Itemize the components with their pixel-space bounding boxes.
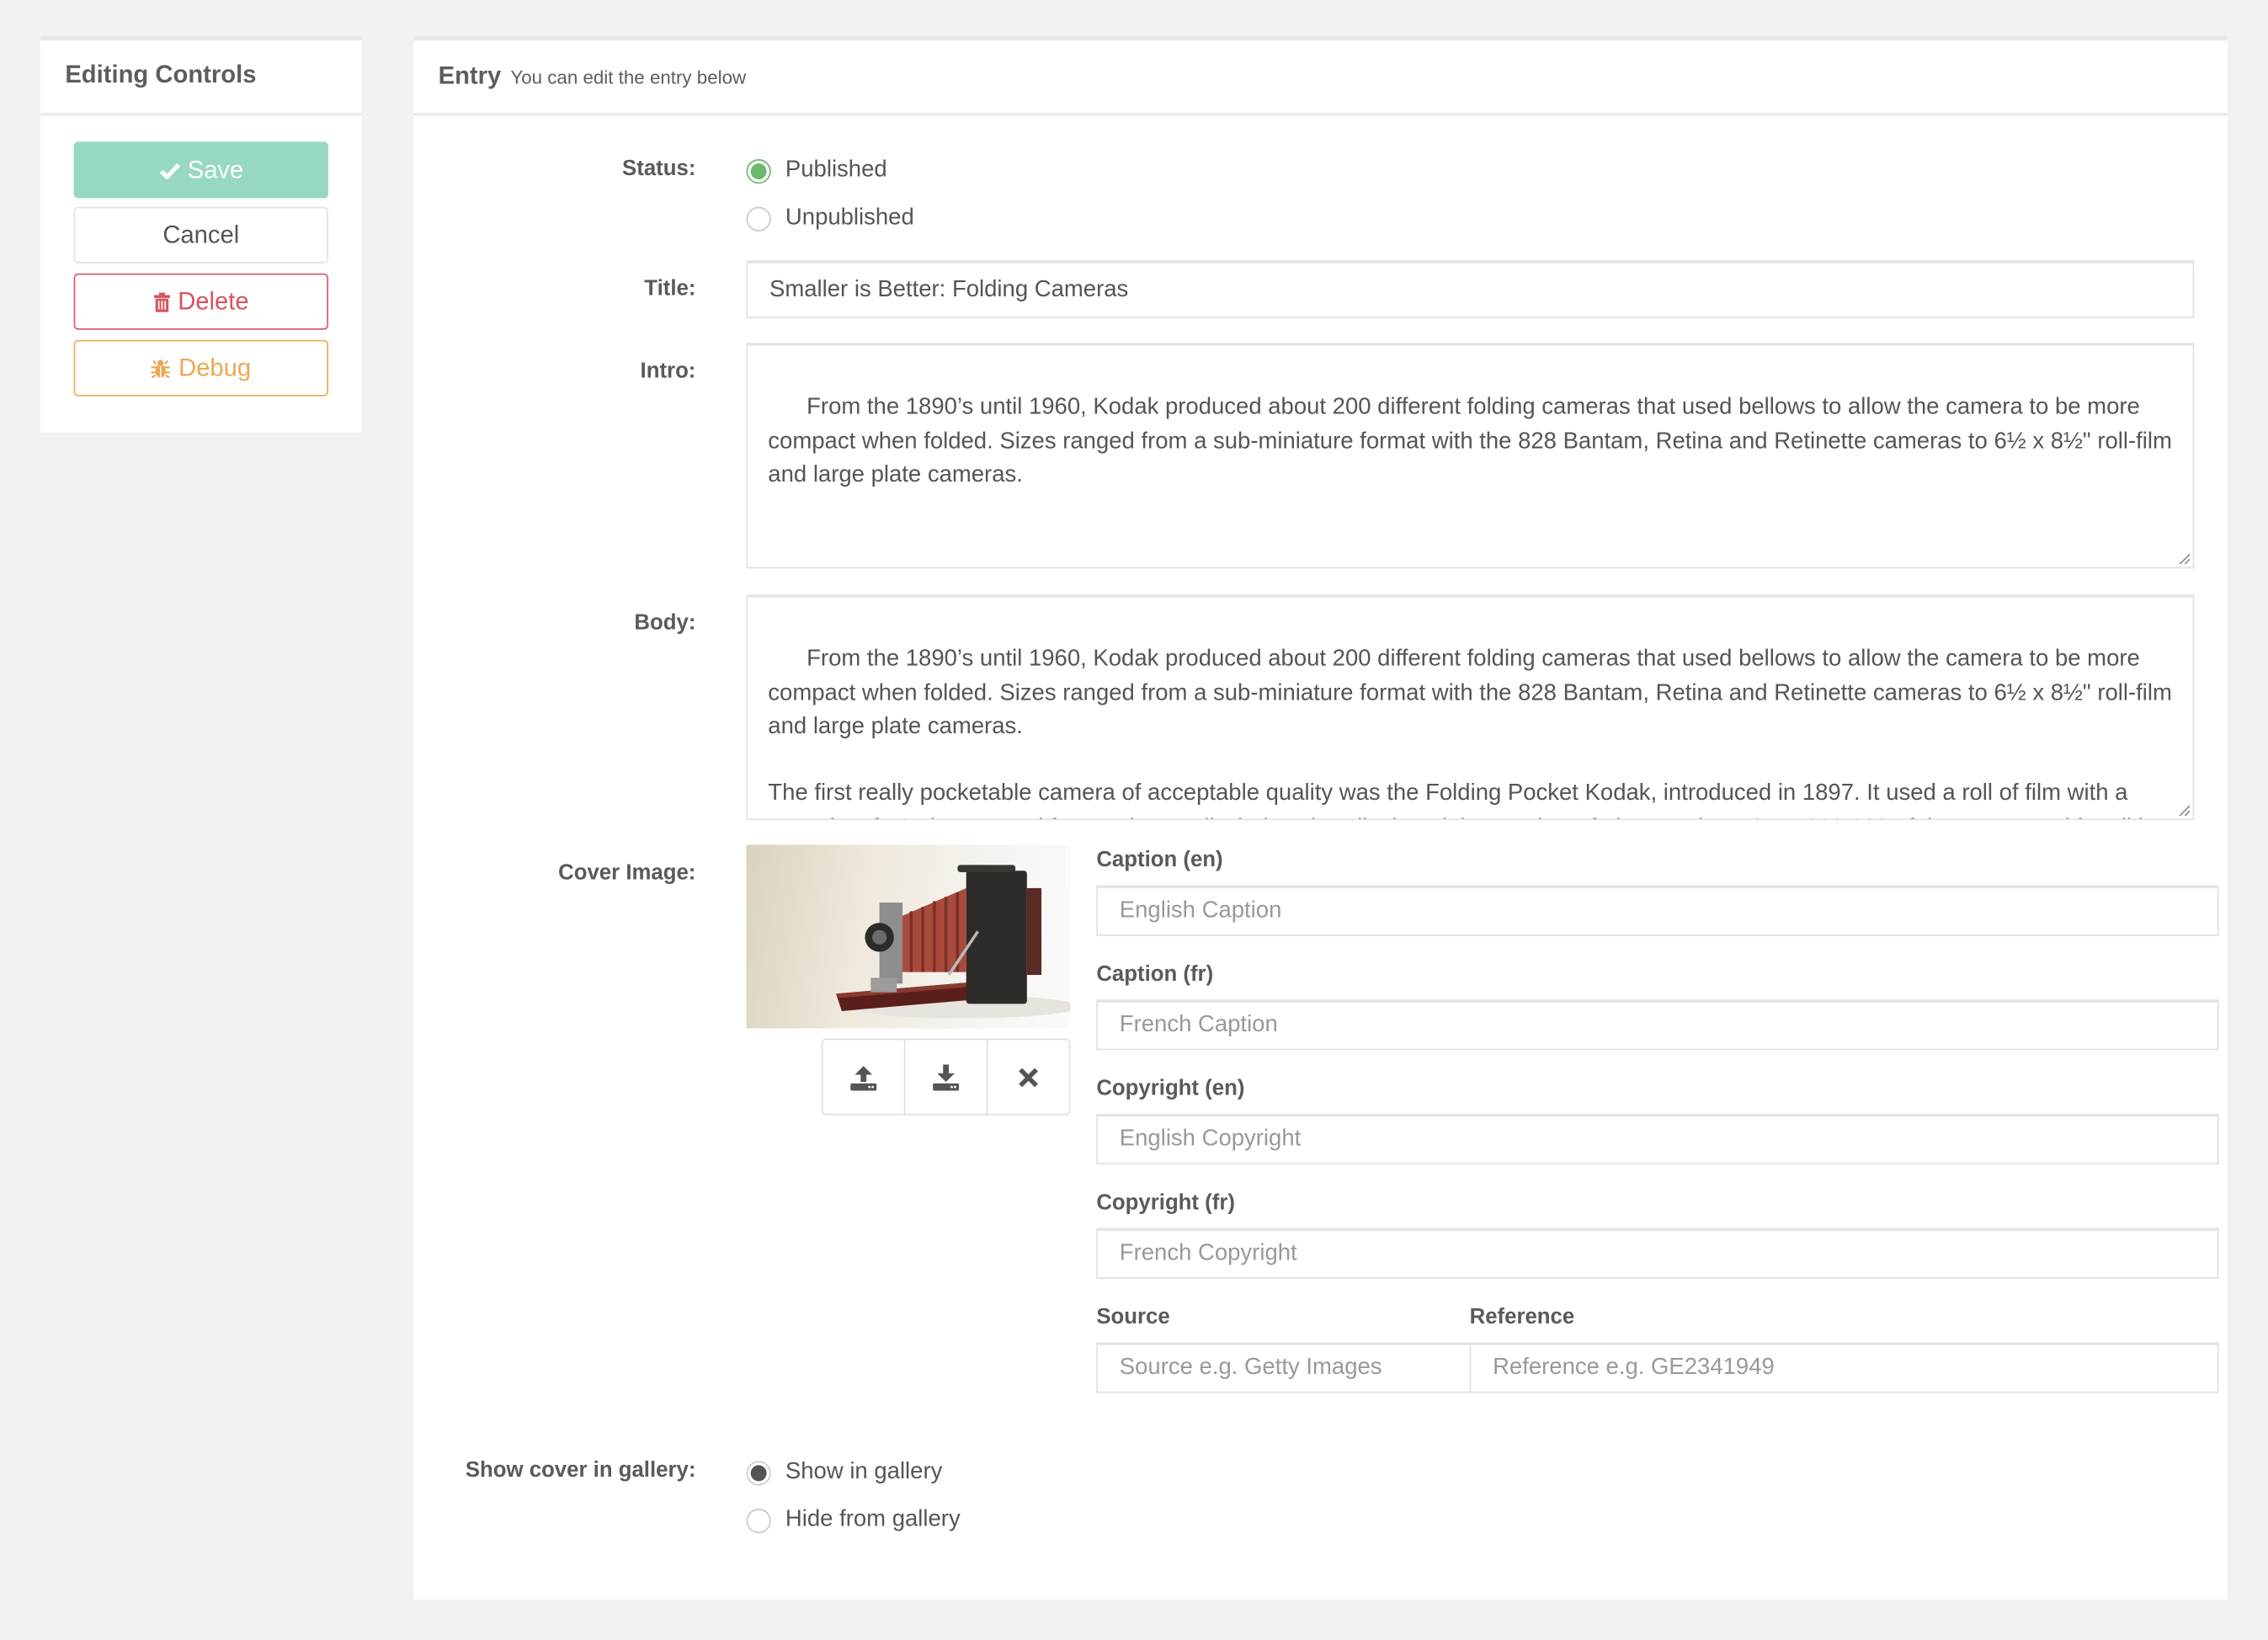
copyright-fr-input[interactable]: French Copyright [1096,1227,2219,1279]
reference-label: Reference [1469,1304,1575,1329]
reference-input[interactable]: Reference e.g. GE2341949 [1469,1342,2219,1393]
resize-handle-icon[interactable] [2178,552,2191,565]
title-input[interactable]: Smaller is Better: Folding Cameras [746,260,2195,318]
caption-en-input[interactable]: English Caption [1096,885,2219,936]
copyright-fr-placeholder: French Copyright [1119,1241,1297,1266]
editing-controls-title: Editing Controls [40,40,362,116]
trash-icon [153,291,171,311]
body-textarea[interactable]: From the 1890’s until 1960, Kodak produc… [746,594,2195,821]
gallery-hide-option[interactable]: Hide from gallery [746,1507,961,1533]
cover-image-label: Cover Image: [558,860,696,886]
hide-from-gallery-label: Hide from gallery [785,1507,961,1532]
copyright-en-input[interactable]: English Copyright [1096,1113,2219,1165]
intro-textarea[interactable]: From the 1890’s until 1960, Kodak produc… [746,343,2195,569]
delete-button[interactable]: Delete [73,273,329,330]
remove-image-button[interactable] [986,1040,1069,1114]
cancel-label: Cancel [162,221,240,248]
cancel-button[interactable]: Cancel [73,206,329,264]
copyright-en-placeholder: English Copyright [1119,1126,1302,1152]
show-in-gallery-label: Show in gallery [785,1459,943,1484]
intro-label: Intro: [640,359,696,384]
download-button[interactable] [903,1040,987,1114]
bug-icon [151,358,171,378]
debug-button[interactable]: Debug [73,339,329,397]
upload-button[interactable] [823,1040,904,1114]
hide-from-gallery-radio[interactable] [746,1508,771,1533]
reference-placeholder: Reference e.g. GE2341949 [1493,1355,1775,1381]
published-radio[interactable] [746,158,771,184]
body-value: From the 1890’s until 1960, Kodak produc… [768,647,2172,819]
check-icon [158,162,180,179]
caption-en-placeholder: English Caption [1119,897,1282,924]
cover-image-actions [821,1038,1071,1116]
caption-fr-placeholder: French Caption [1119,1012,1278,1037]
gallery-label: Show cover in gallery: [465,1457,696,1483]
camera-image [836,865,1071,1019]
source-placeholder: Source e.g. Getty Images [1119,1355,1382,1381]
save-label: Save [187,155,244,184]
status-label: Status: [622,156,696,181]
page: Editing Controls Save Cancel Delete Debu… [0,0,2268,1640]
status-published-option[interactable]: Published [746,157,887,184]
unpublished-radio[interactable] [746,205,771,232]
caption-en-label: Caption (en) [1096,847,1223,873]
copyright-fr-label: Copyright (fr) [1096,1190,1235,1216]
editing-controls-panel: Editing Controls Save Cancel Delete Debu… [40,35,362,433]
entry-subtitle: You can edit the entry below [510,67,747,88]
title-value: Smaller is Better: Folding Cameras [769,277,1129,302]
debug-label: Debug [178,354,252,381]
delete-label: Delete [178,287,249,315]
upload-icon [850,1065,877,1090]
show-in-gallery-radio[interactable] [746,1460,771,1485]
published-label: Published [785,157,887,183]
resize-handle-icon[interactable] [2178,804,2191,817]
title-label: Title: [644,276,696,301]
intro-value: From the 1890’s until 1960, Kodak produc… [768,395,2179,487]
save-button[interactable]: Save [73,141,329,199]
source-input[interactable]: Source e.g. Getty Images [1096,1342,1472,1393]
unpublished-label: Unpublished [785,205,914,231]
entry-title: Entry [438,61,502,90]
caption-fr-input[interactable]: French Caption [1096,999,2219,1051]
source-label: Source [1096,1304,1170,1329]
copyright-en-label: Copyright (en) [1096,1076,1245,1101]
gallery-show-option[interactable]: Show in gallery [746,1459,943,1486]
caption-fr-label: Caption (fr) [1096,961,1214,987]
entry-panel: Entry You can edit the entry below Statu… [413,35,2228,1600]
download-icon [933,1063,960,1090]
close-icon [1019,1067,1038,1087]
cover-image [746,844,1071,1029]
status-unpublished-option[interactable]: Unpublished [746,205,914,232]
body-label: Body: [634,610,696,636]
entry-header: Entry You can edit the entry below [413,40,2228,116]
